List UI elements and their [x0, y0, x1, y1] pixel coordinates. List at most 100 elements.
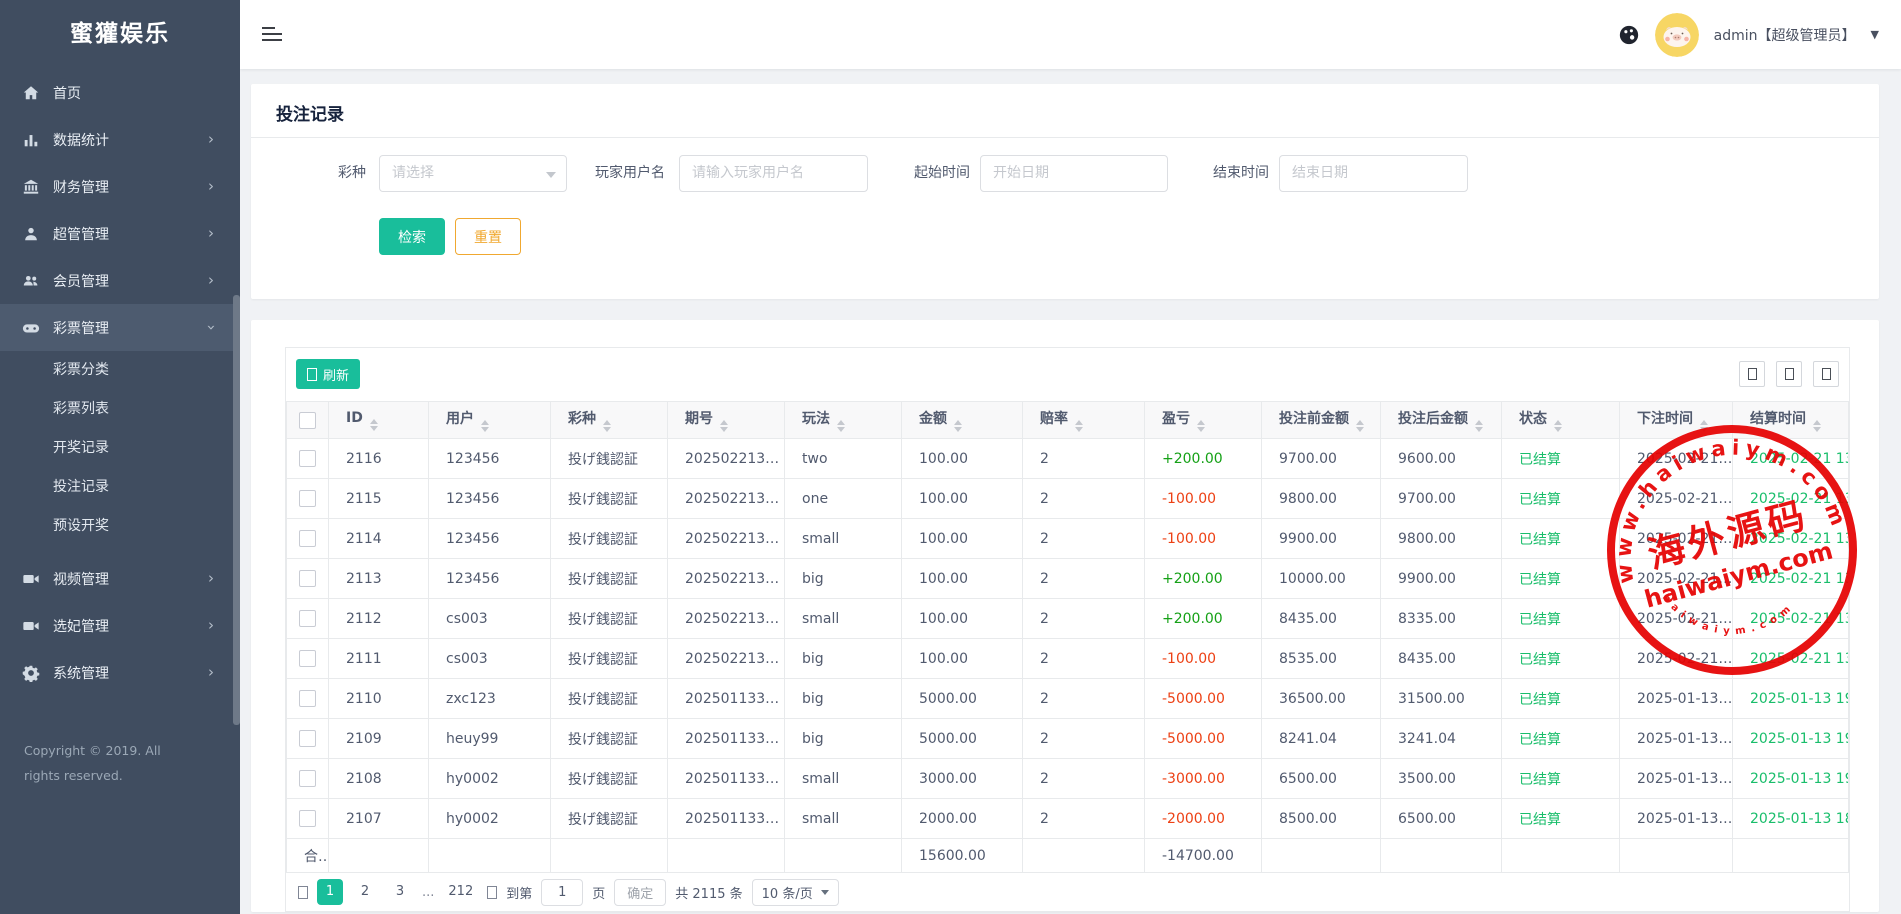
row-checkbox[interactable]: [287, 479, 329, 519]
cell-id: 2111: [329, 639, 429, 679]
sidebar-item-label: 选妃管理: [53, 616, 109, 636]
page-button[interactable]: 2: [352, 879, 378, 905]
sidebar-scrollbar[interactable]: [233, 295, 240, 725]
sort-icon: [954, 420, 962, 432]
col-amount[interactable]: 金额: [902, 402, 1023, 439]
cell-play: small: [785, 519, 902, 559]
prev-page-icon[interactable]: [298, 886, 308, 899]
sidebar-item-label: 视频管理: [53, 569, 109, 589]
start-date-input[interactable]: 开始日期: [980, 155, 1168, 192]
search-button[interactable]: 检索: [379, 218, 445, 255]
sidebar-item-label: 超管管理: [53, 224, 109, 244]
cell-profit: -3000.00: [1145, 759, 1262, 799]
cell-id: 2112: [329, 599, 429, 639]
cell-before: 6500.00: [1262, 759, 1381, 799]
sidebar-subitem-2[interactable]: 开奖记录: [0, 429, 240, 468]
row-checkbox[interactable]: [287, 519, 329, 559]
summary-profit: -14700.00: [1145, 839, 1262, 873]
filter-card: 投注记录 彩种 请选择 玩家用户名 请输入玩家用户名 起始时间 开始日期 结束时…: [251, 84, 1879, 299]
cell-settle-time: 2025-02-21 13:3: [1733, 479, 1849, 519]
sidebar-item-1[interactable]: 数据统计›: [0, 116, 240, 163]
avatar[interactable]: [1655, 13, 1699, 57]
cell-lottery: 投げ銭認証: [551, 559, 668, 599]
user-menu[interactable]: admin【超级管理员】: [1714, 25, 1856, 45]
export-icon[interactable]: [1739, 361, 1765, 387]
page-ellipsis: ...: [422, 885, 434, 900]
cell-bet-time: 2025-01-13…: [1620, 719, 1733, 759]
row-checkbox[interactable]: [287, 679, 329, 719]
sidebar-item-6[interactable]: 视频管理›: [0, 555, 240, 602]
col-odds[interactable]: 赔率: [1023, 402, 1145, 439]
page-button[interactable]: 1: [317, 879, 343, 905]
cell-before: 9800.00: [1262, 479, 1381, 519]
refresh-button[interactable]: 刷新: [296, 359, 360, 389]
cell-amount: 100.00: [902, 559, 1023, 599]
cell-bet-time: 2025-01-13…: [1620, 679, 1733, 719]
sidebar-menu: 首页数据统计›财务管理›超管管理›会员管理›彩票管理›彩票分类彩票列表开奖记录投…: [0, 69, 240, 696]
username-input[interactable]: 请输入玩家用户名: [679, 155, 868, 192]
cell-period: 202501133…: [668, 759, 785, 799]
reset-button[interactable]: 重置: [455, 218, 521, 255]
sidebar-item-label: 会员管理: [53, 271, 109, 291]
sidebar-item-label: 彩票管理: [53, 318, 109, 338]
cell-id: 2108: [329, 759, 429, 799]
row-checkbox[interactable]: [287, 559, 329, 599]
col-id[interactable]: ID: [329, 402, 429, 439]
col-settle_time[interactable]: 结算时间: [1733, 402, 1849, 439]
row-checkbox[interactable]: [287, 719, 329, 759]
sidebar-subitem-1[interactable]: 彩票列表: [0, 390, 240, 429]
lottery-type-select[interactable]: 请选择: [379, 155, 567, 192]
cell-id: 2114: [329, 519, 429, 559]
print-icon[interactable]: [1776, 361, 1802, 387]
theme-icon[interactable]: [1618, 24, 1640, 46]
status-badge: 已结算: [1502, 439, 1620, 479]
sidebar-item-0[interactable]: 首页: [0, 69, 240, 116]
confirm-button[interactable]: 确定: [614, 879, 666, 906]
cell-after: 9600.00: [1381, 439, 1502, 479]
per-page-select[interactable]: 10 条/页: [752, 879, 839, 906]
end-time-label: 结束时间: [1203, 155, 1269, 192]
cell-id: 2109: [329, 719, 429, 759]
col-bet_time[interactable]: 下注时间: [1620, 402, 1733, 439]
cell-after: 8335.00: [1381, 599, 1502, 639]
col-profit[interactable]: 盈亏: [1145, 402, 1262, 439]
page-button[interactable]: 3: [387, 879, 413, 905]
col-user[interactable]: 用户: [429, 402, 551, 439]
sidebar-subitem-0[interactable]: 彩票分类: [0, 351, 240, 390]
page-button[interactable]: 212: [443, 879, 478, 905]
col-after[interactable]: 投注后金额: [1381, 402, 1502, 439]
col-status[interactable]: 状态: [1502, 402, 1620, 439]
cell-bet-time: 2025-02-21…: [1620, 639, 1733, 679]
col-period[interactable]: 期号: [668, 402, 785, 439]
select-all-checkbox[interactable]: [287, 402, 329, 439]
sidebar-item-8[interactable]: 系统管理›: [0, 649, 240, 696]
cell-settle-time: 2025-01-13 19:06: [1733, 759, 1849, 799]
sidebar-item-3[interactable]: 超管管理›: [0, 210, 240, 257]
col-lottery[interactable]: 彩种: [551, 402, 668, 439]
sidebar-item-7[interactable]: 选妃管理›: [0, 602, 240, 649]
cell-amount: 100.00: [902, 639, 1023, 679]
row-checkbox[interactable]: [287, 599, 329, 639]
menu-toggle-icon[interactable]: [262, 27, 282, 42]
cell-settle-time: 2025-01-13 18:42: [1733, 799, 1849, 839]
table-card: 刷新 ID用户彩种期号玩法金额赔率盈亏投注前金额投注后金额状态下注时间结算时间 …: [251, 320, 1879, 912]
cell-odds: 2: [1023, 679, 1145, 719]
sidebar-item-2[interactable]: 财务管理›: [0, 163, 240, 210]
col-play[interactable]: 玩法: [785, 402, 902, 439]
end-date-input[interactable]: 结束日期: [1279, 155, 1468, 192]
row-checkbox[interactable]: [287, 799, 329, 839]
row-checkbox[interactable]: [287, 439, 329, 479]
sidebar-subitem-4[interactable]: 预设开奖: [0, 507, 240, 546]
row-checkbox[interactable]: [287, 639, 329, 679]
sidebar-item-label: 首页: [53, 83, 81, 103]
sidebar-subitem-3[interactable]: 投注记录: [0, 468, 240, 507]
cell-user: 123456: [429, 479, 551, 519]
next-page-icon[interactable]: [487, 886, 497, 899]
cell-play: two: [785, 439, 902, 479]
columns-icon[interactable]: [1813, 361, 1839, 387]
row-checkbox[interactable]: [287, 759, 329, 799]
col-before[interactable]: 投注前金额: [1262, 402, 1381, 439]
goto-page-input[interactable]: [541, 879, 583, 906]
sidebar-item-5[interactable]: 彩票管理›: [0, 304, 240, 351]
sidebar-item-4[interactable]: 会员管理›: [0, 257, 240, 304]
